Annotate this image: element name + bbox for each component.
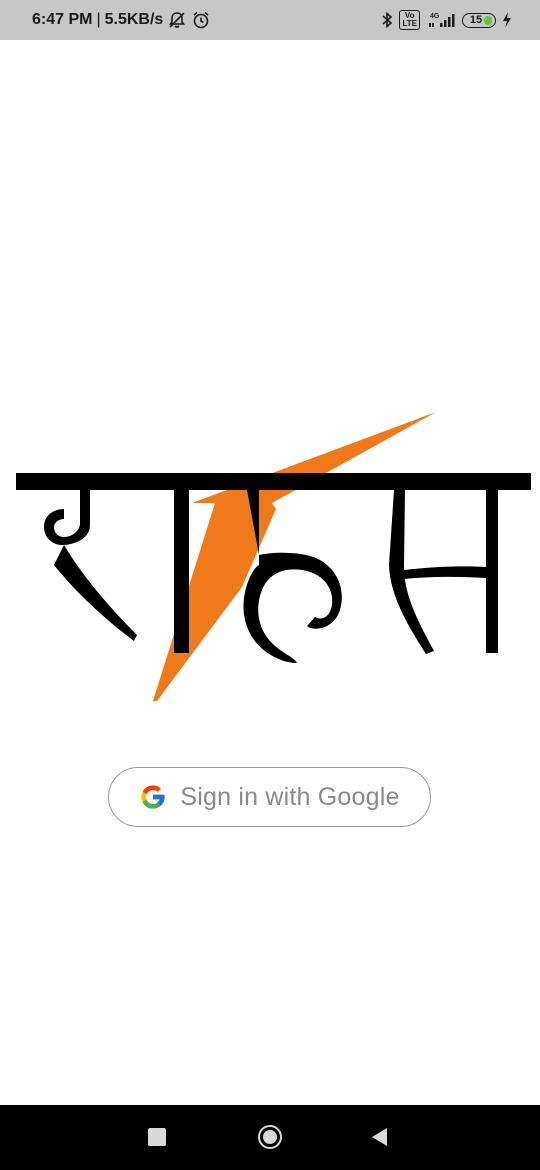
network-type-text: 4G: [430, 13, 440, 20]
battery-icon: 15: [462, 12, 496, 28]
status-time: 6:47 PM: [32, 11, 93, 28]
status-right: Vo LTE 4G 15: [381, 10, 512, 30]
sign-in-with-google-button[interactable]: Sign in with Google: [108, 767, 431, 827]
logo-letter-ta: [389, 490, 498, 654]
google-g-icon: [139, 783, 167, 811]
sign-in-label: Sign in with Google: [180, 782, 400, 811]
notifications-off-icon: [167, 10, 187, 30]
home-button[interactable]: [258, 1125, 282, 1149]
signal-4g-icon: 4G: [426, 11, 456, 29]
volte-icon: Vo LTE: [399, 10, 420, 30]
alarm-icon: [191, 10, 211, 30]
navigation-bar: [0, 1105, 540, 1170]
logo-letter-ha: [243, 490, 342, 663]
charging-icon: [502, 12, 512, 28]
back-button[interactable]: [372, 1128, 387, 1146]
status-separator: |: [96, 11, 101, 28]
status-bar: 6:47 PM | 5.5KB/s Vo LTE 4G 15: [0, 0, 540, 40]
battery-fill: [484, 15, 492, 25]
battery-level: 15: [469, 14, 483, 26]
logo-matra-aa: [174, 490, 189, 653]
logo-letter-ra: [44, 490, 137, 641]
bluetooth-icon: [381, 11, 393, 29]
network-speed: 5.5KB/s: [104, 11, 164, 28]
status-left: 6:47 PM | 5.5KB/s: [32, 10, 211, 30]
recent-apps-button[interactable]: [148, 1128, 166, 1146]
logo-shirorekha: [16, 473, 531, 490]
app-logo: [16, 412, 531, 701]
